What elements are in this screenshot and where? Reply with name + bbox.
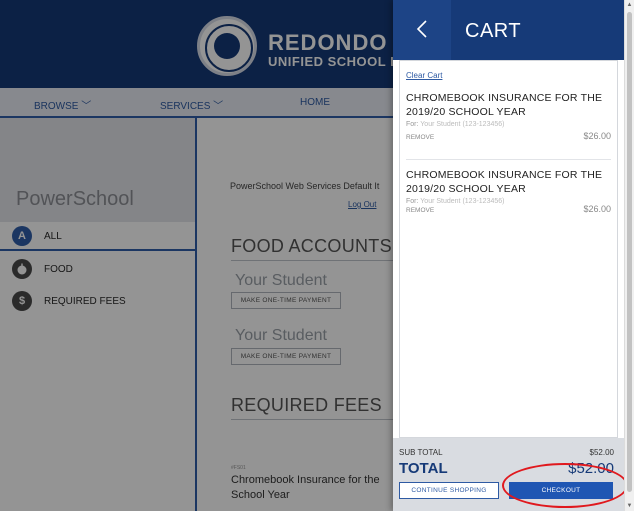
- for-student: Your Student (123-123456): [420, 121, 505, 128]
- total-label: TOTAL: [399, 460, 448, 477]
- subtotal-label: SUB TOTAL: [399, 448, 443, 457]
- scrollbar[interactable]: ▲ ▼: [624, 0, 634, 511]
- back-button[interactable]: [393, 0, 451, 60]
- total-value: $52.00: [568, 460, 614, 477]
- cart-item-name: CHROMEBOOK INSURANCE FOR THE 2019/20 SCH…: [406, 92, 603, 118]
- cart-items-list: Clear Cart CHROMEBOOK INSURANCE FOR THE …: [399, 60, 618, 438]
- cart-panel: CART Clear Cart CHROMEBOOK INSURANCE FOR…: [393, 0, 624, 511]
- cart-item-price: $26.00: [583, 204, 611, 214]
- remove-button[interactable]: REMOVE: [406, 134, 434, 141]
- cart-item-price: $26.00: [583, 131, 611, 141]
- cart-title: CART: [465, 20, 522, 42]
- chevron-left-icon: [416, 15, 428, 46]
- cart-item-name: CHROMEBOOK INSURANCE FOR THE 2019/20 SCH…: [406, 169, 603, 195]
- cart-item-for: For: Your Student (123-123456): [406, 121, 611, 128]
- remove-button[interactable]: REMOVE: [406, 207, 434, 214]
- subtotal-value: $52.00: [589, 448, 614, 457]
- cart-summary: SUB TOTAL $52.00 TOTAL $52.00 CONTINUE S…: [393, 438, 624, 511]
- cart-header: CART: [393, 0, 624, 60]
- item-divider: [406, 159, 611, 160]
- for-label: For:: [406, 121, 419, 128]
- cart-item: CHROMEBOOK INSURANCE FOR THE 2019/20 SCH…: [406, 168, 611, 217]
- modal-backdrop[interactable]: [0, 0, 393, 511]
- cart-item-row: REMOVE $26.00: [406, 130, 611, 144]
- scroll-thumb[interactable]: [627, 12, 632, 492]
- scroll-up-icon[interactable]: ▲: [625, 0, 634, 10]
- clear-cart-link[interactable]: Clear Cart: [406, 71, 442, 80]
- cart-item-row: REMOVE $26.00: [406, 203, 611, 217]
- continue-shopping-button[interactable]: CONTINUE SHOPPING: [399, 482, 499, 499]
- checkout-button[interactable]: CHECKOUT: [509, 482, 613, 499]
- cart-item: CHROMEBOOK INSURANCE FOR THE 2019/20 SCH…: [406, 91, 611, 144]
- scroll-down-icon[interactable]: ▼: [625, 501, 634, 511]
